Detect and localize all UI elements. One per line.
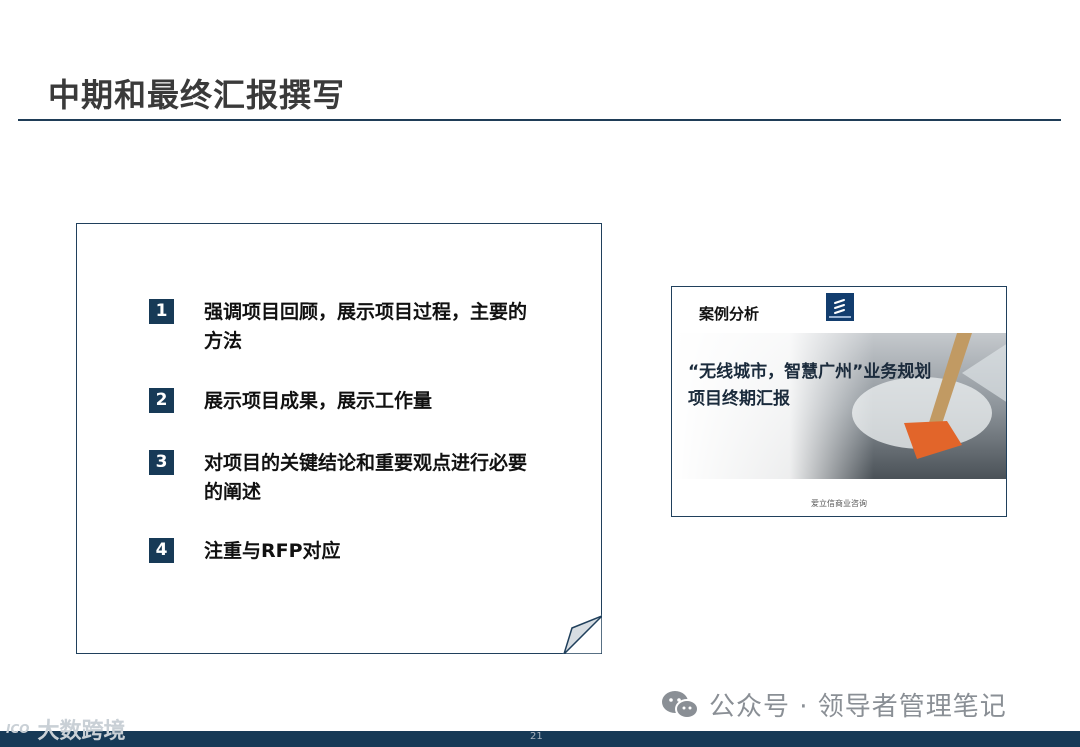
point-item-4: 4 注重与RFP对应 <box>149 537 534 566</box>
point-item-3: 3 对项目的关键结论和重要观点进行必要的阐述 <box>149 449 534 507</box>
point-text: 对项目的关键结论和重要观点进行必要的阐述 <box>204 452 528 503</box>
page-number: 21 <box>530 731 543 742</box>
case-label: 案例分析 <box>699 305 760 323</box>
point-text: 展示项目成果，展示工作量 <box>204 390 433 412</box>
point-item-2: 2 展示项目成果，展示工作量 <box>149 387 534 416</box>
points-card: 1 强调项目回顾，展示项目过程，主要的方法 2 展示项目成果，展示工作量 3 对… <box>76 223 602 654</box>
wechat-icon <box>662 690 699 719</box>
point-number: 3 <box>149 450 174 475</box>
brand-mark-icon: ICO <box>6 722 30 736</box>
title-rule <box>18 119 1061 121</box>
point-number: 4 <box>149 538 174 563</box>
watermark-text: 公众号 · 领导者管理笔记 <box>709 692 1007 722</box>
case-headline-line2: 项目终期汇报 <box>688 389 790 409</box>
slide-title: 中期和最终汇报撰写 <box>48 76 346 114</box>
watermark: 公众号 · 领导者管理笔记 <box>661 686 1007 723</box>
brand-name: 大数跨境 <box>37 719 126 744</box>
ericsson-logo-icon <box>826 293 854 321</box>
point-text: 强调项目回顾，展示项目过程，主要的方法 <box>204 301 528 352</box>
point-text: 注重与RFP对应 <box>204 540 341 562</box>
brand-watermark: ICO 大数跨境 <box>6 713 126 745</box>
case-footer: 爱立信商业咨询 <box>811 499 867 508</box>
case-study-thumbnail: 案例分析 “无线城市，智慧广州”业务规划 项目终期汇报 爱立信商业咨询 <box>671 286 1007 517</box>
case-headline: “无线城市，智慧广州”业务规划 项目终期汇报 <box>688 359 988 413</box>
page-curl-icon <box>562 614 602 654</box>
point-number: 2 <box>149 388 174 413</box>
point-item-1: 1 强调项目回顾，展示项目过程，主要的方法 <box>149 298 534 356</box>
point-number: 1 <box>149 299 174 324</box>
case-headline-line1: “无线城市，智慧广州”业务规划 <box>688 362 932 382</box>
